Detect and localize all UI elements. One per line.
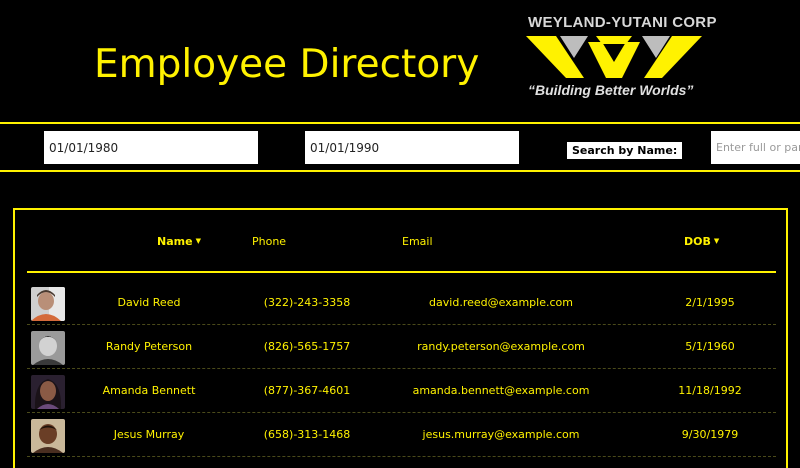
date-to-input[interactable] — [305, 131, 519, 164]
filter-bar: Search by Name: — [0, 122, 800, 172]
cell-phone: (658)-313-1468 — [263, 428, 351, 441]
cell-name: Amanda Bennett — [102, 384, 196, 397]
table-row: Amanda Bennett (877)-367-4601 amanda.ben… — [27, 369, 776, 413]
person-photo-icon — [31, 419, 65, 453]
name-search-input[interactable] — [711, 131, 800, 164]
table-row: Jesus Murray (658)-313-1468 jesus.murray… — [27, 413, 776, 457]
logo-emblem-icon — [526, 36, 702, 78]
cell-name: Randy Peterson — [105, 340, 193, 353]
column-header-phone: Phone — [252, 235, 287, 248]
person-photo-icon — [31, 375, 65, 409]
cell-email: randy.peterson@example.com — [417, 340, 585, 353]
person-photo-icon — [31, 331, 65, 365]
date-from-input[interactable] — [44, 131, 258, 164]
cell-email: amanda.bennett@example.com — [412, 384, 590, 397]
column-header-dob-label: DOB — [684, 235, 711, 248]
person-photo-icon — [31, 287, 65, 321]
page-header: Employee Directory WEYLAND-YUTANI CORP “… — [0, 0, 800, 122]
cell-phone: (877)-367-4601 — [263, 384, 351, 397]
avatar — [31, 419, 65, 453]
cell-dob: 5/1/1960 — [685, 340, 735, 353]
cell-name: David Reed — [117, 296, 181, 309]
avatar — [31, 375, 65, 409]
column-header-name-label: Name — [157, 235, 193, 248]
avatar — [31, 287, 65, 321]
table-header: Name ▼ Phone Email DOB ▼ — [27, 210, 776, 273]
table-row: Randy Peterson (826)-565-1757 randy.pete… — [27, 325, 776, 369]
cell-dob: 11/18/1992 — [678, 384, 742, 397]
table-row: David Reed (322)-243-3358 david.reed@exa… — [27, 281, 776, 325]
column-header-dob[interactable]: DOB ▼ — [684, 235, 719, 248]
logo-company-name: WEYLAND-YUTANI CORP — [528, 14, 717, 31]
cell-dob: 2/1/1995 — [685, 296, 735, 309]
cell-phone: (322)-243-3358 — [263, 296, 351, 309]
cell-email: david.reed@example.com — [429, 296, 573, 309]
cell-name: Jesus Murray — [113, 428, 185, 441]
avatar — [31, 331, 65, 365]
employee-table: Name ▼ Phone Email DOB ▼ David Reed (322)-… — [13, 208, 788, 468]
column-header-email: Email — [402, 235, 433, 248]
page-title: Employee Directory — [94, 42, 480, 87]
cell-dob: 9/30/1979 — [681, 428, 739, 441]
search-by-name-label: Search by Name: — [567, 142, 683, 159]
logo-tagline: “Building Better Worlds” — [528, 82, 694, 98]
column-header-name[interactable]: Name ▼ — [157, 235, 201, 248]
cell-email: jesus.murray@example.com — [422, 428, 580, 441]
cell-phone: (826)-565-1757 — [263, 340, 351, 353]
company-logo: WEYLAND-YUTANI CORP “Building Better Wor… — [524, 14, 717, 104]
sort-caret-icon: ▼ — [195, 237, 201, 245]
sort-caret-icon: ▼ — [713, 237, 720, 245]
